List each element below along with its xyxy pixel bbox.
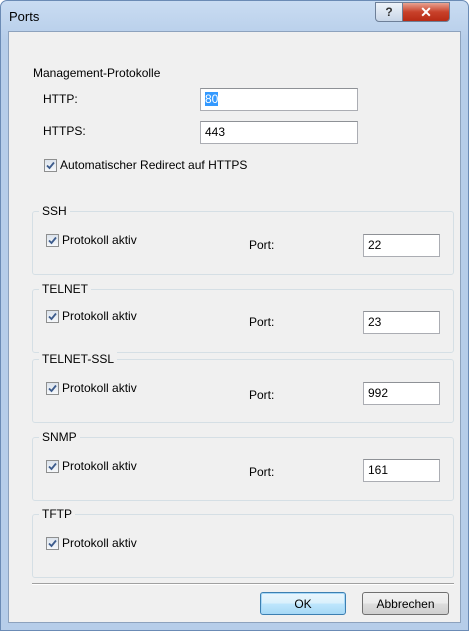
window-title: Ports [9, 9, 40, 24]
redirect-https-label[interactable]: Automatischer Redirect auf HTTPS [60, 158, 247, 172]
snmp-active-checkbox[interactable] [46, 460, 59, 473]
checkmark-icon [48, 236, 57, 245]
http-port-value: 80 [205, 92, 219, 106]
help-icon: ? [385, 5, 393, 19]
title-bar[interactable]: Ports ? ✕ [1, 1, 468, 31]
management-protocols-legend: Management-Protokolle [33, 66, 161, 80]
snmp-port-field[interactable]: 161 [363, 459, 440, 482]
ssh-port-field[interactable]: 22 [363, 234, 440, 257]
help-button[interactable]: ? [375, 2, 403, 22]
telnet-active-checkbox[interactable] [46, 310, 59, 323]
checkmark-icon [48, 312, 57, 321]
checkmark-icon [48, 539, 57, 548]
cancel-button[interactable]: Abbrechen [362, 592, 449, 615]
redirect-https-checkbox[interactable] [44, 159, 57, 172]
http-label: HTTP: [43, 92, 78, 106]
button-separator [32, 583, 454, 585]
snmp-port-label: Port: [249, 465, 275, 479]
ssh-port-label: Port: [249, 238, 275, 252]
tftp-active-label[interactable]: Protokoll aktiv [62, 536, 137, 550]
telnet-ssl-port-label: Port: [249, 388, 275, 402]
dialog-client-area: Management-Protokolle HTTP: 80 HTTPS: 44… [8, 31, 461, 623]
snmp-group: SNMP Protokoll aktiv Port: 161 [32, 430, 454, 501]
ssh-active-checkbox[interactable] [46, 234, 59, 247]
snmp-legend: SNMP [39, 430, 80, 444]
telnet-ssl-active-label[interactable]: Protokoll aktiv [62, 381, 137, 395]
checkmark-icon [46, 161, 55, 170]
snmp-active-label[interactable]: Protokoll aktiv [62, 459, 137, 473]
telnet-port-field[interactable]: 23 [363, 311, 440, 334]
tftp-active-checkbox[interactable] [46, 537, 59, 550]
tftp-legend: TFTP [39, 507, 75, 521]
tftp-group: TFTP Protokoll aktiv [32, 507, 454, 578]
telnet-active-label[interactable]: Protokoll aktiv [62, 309, 137, 323]
checkmark-icon [48, 384, 57, 393]
telnet-ssl-group: TELNET-SSL Protokoll aktiv Port: 992 [32, 352, 454, 423]
management-protocols-group: Management-Protokolle HTTP: 80 HTTPS: 44… [33, 66, 446, 188]
ok-button[interactable]: OK [260, 592, 346, 615]
dialog-window: Ports ? ✕ Management-Protokolle HTTP: 80… [0, 0, 469, 631]
ssh-active-label[interactable]: Protokoll aktiv [62, 233, 137, 247]
http-port-field[interactable]: 80 [200, 88, 358, 111]
telnet-ssl-port-field[interactable]: 992 [363, 382, 440, 405]
https-label: HTTPS: [43, 124, 86, 138]
close-button[interactable]: ✕ [402, 2, 450, 22]
telnet-legend: TELNET [39, 282, 92, 296]
telnet-port-label: Port: [249, 315, 275, 329]
telnet-ssl-legend: TELNET-SSL [39, 352, 118, 366]
https-port-field[interactable]: 443 [200, 121, 358, 144]
ssh-group: SSH Protokoll aktiv Port: 22 [32, 204, 454, 275]
ssh-legend: SSH [39, 204, 70, 218]
telnet-ssl-active-checkbox[interactable] [46, 382, 59, 395]
checkmark-icon [48, 462, 57, 471]
telnet-group: TELNET Protokoll aktiv Port: 23 [32, 282, 454, 353]
close-icon: ✕ [420, 3, 432, 20]
